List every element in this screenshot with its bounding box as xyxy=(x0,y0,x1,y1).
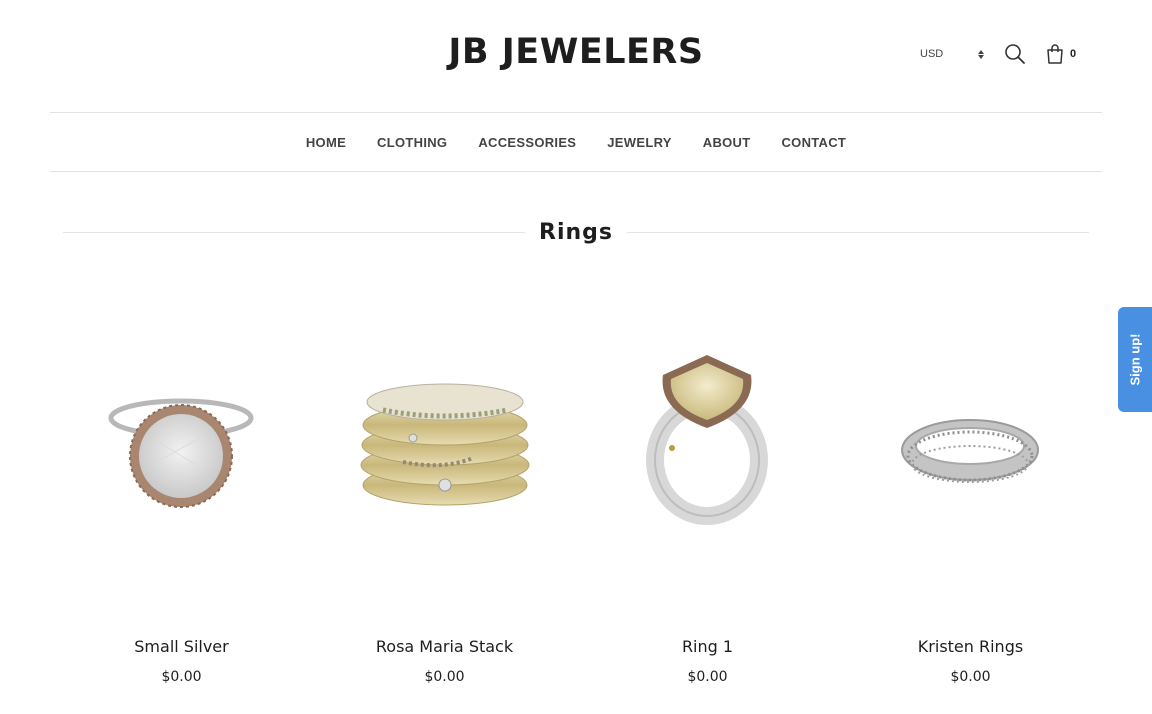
search-icon[interactable] xyxy=(1004,43,1026,65)
product-image[interactable] xyxy=(313,310,576,590)
nav-item-jewelry[interactable]: JEWELRY xyxy=(607,135,671,150)
collection-heading: Rings xyxy=(63,214,1089,250)
product-name[interactable]: Ring 1 xyxy=(576,637,839,656)
product-name[interactable]: Small Silver xyxy=(50,637,313,656)
product-image[interactable] xyxy=(839,310,1102,590)
divider-right xyxy=(627,231,1089,233)
product-card-small-silver[interactable]: Small Silver $0.00 xyxy=(50,310,313,700)
main-nav: HOME CLOTHING ACCESSORIES JEWELRY ABOUT … xyxy=(50,112,1102,172)
signup-label: Sign up! xyxy=(1127,333,1143,386)
cart-count[interactable]: 0 xyxy=(1070,48,1076,60)
product-price: $0.00 xyxy=(687,669,728,685)
collection-title: Rings xyxy=(539,219,613,245)
product-image[interactable] xyxy=(50,310,313,590)
cart-icon[interactable] xyxy=(1044,43,1066,65)
nav-item-clothing[interactable]: CLOTHING xyxy=(377,135,447,150)
product-image[interactable] xyxy=(576,310,839,590)
product-price: $0.00 xyxy=(161,669,202,685)
nav-item-home[interactable]: HOME xyxy=(306,135,346,150)
product-name[interactable]: Rosa Maria Stack xyxy=(313,637,576,656)
product-card-kristen-rings[interactable]: Kristen Rings $0.00 xyxy=(839,310,1102,700)
currency-select[interactable]: USD xyxy=(920,48,970,60)
product-card-ring-1[interactable]: Ring 1 $0.00 xyxy=(576,310,839,700)
nav-item-about[interactable]: ABOUT xyxy=(703,135,751,150)
select-arrows-icon[interactable] xyxy=(976,47,986,61)
header-tools: USD 0 xyxy=(920,40,1076,68)
product-name[interactable]: Kristen Rings xyxy=(839,637,1102,656)
signup-tab[interactable]: Sign up! xyxy=(1118,307,1152,412)
nav-item-accessories[interactable]: ACCESSORIES xyxy=(478,135,576,150)
nav-item-contact[interactable]: CONTACT xyxy=(781,135,846,150)
product-price: $0.00 xyxy=(950,669,991,685)
product-card-rosa-maria-stack[interactable]: Rosa Maria Stack $0.00 xyxy=(313,310,576,700)
site-header: JB JEWELERS USD 0 xyxy=(0,0,1152,112)
product-price: $0.00 xyxy=(424,669,465,685)
divider-left xyxy=(63,231,525,233)
